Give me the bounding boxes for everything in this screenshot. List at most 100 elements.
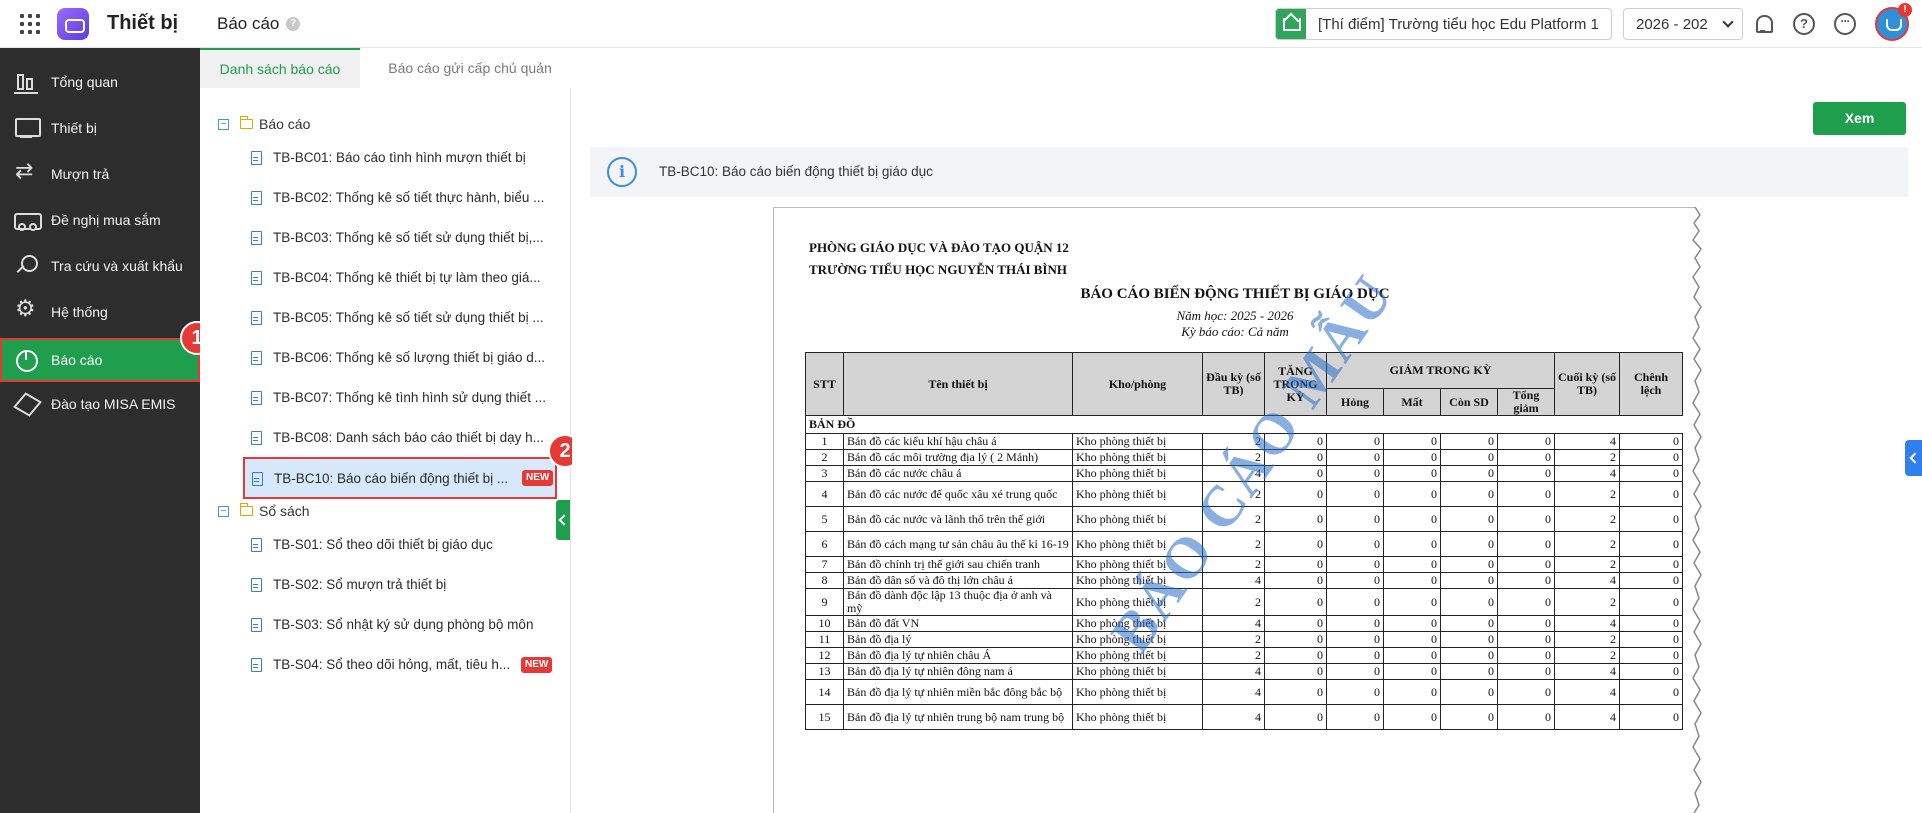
tab-report-list[interactable]: Danh sách báo cáo: [200, 48, 360, 88]
column-header: Kho/phòng: [1072, 352, 1203, 416]
collapse-icon[interactable]: −: [218, 119, 229, 130]
view-button[interactable]: Xem: [1813, 102, 1906, 135]
tree-item-selected[interactable]: TB-BC10: Báo cáo biến động thiết bị ... …: [243, 457, 557, 499]
table-cell: 0: [1440, 556, 1498, 573]
avatar-alert-badge: !: [1898, 3, 1912, 17]
table-cell: Bản đồ địa lý tự nhiên miền bắc đông bắc…: [843, 679, 1073, 705]
table-cell: 0: [1497, 615, 1555, 632]
tree-item-label: TB-BC02: Thống kê số tiết thực hành, biể…: [273, 190, 545, 205]
table-cell: 0: [1619, 433, 1683, 450]
sidebar-item-label: Đào tạo MISA EMIS: [51, 396, 176, 412]
sidebar-item-reports[interactable]: Báo cáo: [0, 338, 200, 382]
tree-item-label: TB-S01: Sổ theo dõi thiết bị giáo dục: [273, 537, 493, 552]
app-logo: [57, 8, 89, 40]
monitor-icon: [14, 116, 41, 140]
tree-item[interactable]: TB-BC05: Thống kê số tiết sử dụng thiết …: [244, 302, 556, 334]
sidebar-item-overview[interactable]: Tổng quan: [0, 60, 200, 104]
folder-icon: [240, 116, 253, 129]
report-org: PHÒNG GIÁO DỤC VÀ ĐÀO TẠO QUẬN 12: [809, 240, 1069, 255]
sidebar-item-label: Đề nghị mua sắm: [51, 212, 161, 228]
table-cell: 0: [1440, 647, 1498, 664]
document-icon: [251, 538, 262, 552]
table-cell: 5: [805, 506, 844, 532]
table-cell: Bản đồ chính trị thế giới sau chiến tran…: [843, 556, 1073, 573]
expand-side-panel-tab[interactable]: [1905, 440, 1922, 476]
tree-item[interactable]: TB-S04: Sổ theo dõi hỏng, mất, tiêu h...…: [244, 649, 556, 681]
table-cell: 0: [1383, 433, 1441, 450]
table-cell: 0: [1619, 506, 1683, 532]
tree-item[interactable]: TB-S01: Sổ theo dõi thiết bị giáo dục: [244, 529, 556, 561]
report-school-year: Năm học: 2025 - 2026: [1176, 308, 1294, 323]
table-cell: Kho phòng thiết bị: [1072, 449, 1203, 466]
table-cell: 7: [805, 556, 844, 573]
table-cell: 0: [1264, 588, 1327, 616]
table-cell: 0: [1264, 556, 1327, 573]
table-cell: 0: [1264, 647, 1327, 664]
table-cell: 0: [1619, 615, 1683, 632]
tree-item[interactable]: TB-S02: Sổ mượn trả thiết bị: [244, 569, 556, 601]
table-cell: Kho phòng thiết bị: [1072, 663, 1203, 680]
table-cell: 0: [1619, 679, 1683, 705]
more-icon[interactable]: ···: [1834, 13, 1856, 35]
table-row: 15 Bản đồ địa lý tự nhiên trung bộ nam tr…: [805, 704, 1683, 730]
table-cell: 4: [1554, 572, 1620, 589]
report-table: STT Tên thiết bị Kho/phòng Đầu kỳ (số TB…: [805, 352, 1683, 730]
school-year-value: 2026 - 202: [1636, 16, 1708, 33]
table-cell: 0: [1497, 588, 1555, 616]
sidebar-item-borrow-return[interactable]: Mượn trả: [0, 152, 200, 196]
table-cell: 0: [1326, 556, 1384, 573]
user-avatar[interactable]: !: [1875, 3, 1912, 41]
table-cell: Bản đồ các kiểu khí hậu châu á: [843, 433, 1073, 450]
school-selector[interactable]: [Thí điểm] Trường tiểu học Edu Platform …: [1275, 8, 1612, 40]
table-cell: 0: [1383, 647, 1441, 664]
tree-item[interactable]: TB-BC02: Thống kê số tiết thực hành, biể…: [244, 182, 556, 214]
table-cell: 2: [1554, 588, 1620, 616]
table-cell: 6: [805, 531, 844, 557]
collapse-panel-handle[interactable]: [556, 500, 570, 540]
sidebar-item-system[interactable]: Hệ thống: [0, 290, 200, 334]
tree-group-label: Sổ sách: [259, 503, 310, 519]
school-year-select[interactable]: 2026 - 202: [1623, 8, 1743, 40]
table-cell: 2: [1554, 449, 1620, 466]
table-cell: 0: [1440, 615, 1498, 632]
table-cell: 0: [1497, 572, 1555, 589]
table-cell: 2: [1554, 531, 1620, 557]
tree-item[interactable]: TB-BC03: Thống kê số tiết sử dụng thiết …: [244, 222, 556, 254]
document-icon: [251, 311, 262, 325]
tree-item[interactable]: TB-S03: Sổ nhật ký sử dụng phòng bộ môn: [244, 609, 556, 641]
tree-item[interactable]: TB-BC08: Danh sách báo cáo thiết bị dạy …: [244, 422, 556, 454]
report-school: TRƯỜNG TIỂU HỌC NGUYỄN THÁI BÌNH: [809, 262, 1067, 277]
sidebar-item-label: Thiết bị: [51, 120, 97, 136]
table-cell: Bản đồ dân số và đô thị lớn châu á: [843, 572, 1073, 589]
sidebar-item-lookup-export[interactable]: Tra cứu và xuất khẩu: [0, 244, 200, 288]
table-cell: 0: [1619, 572, 1683, 589]
table-cell: 14: [805, 679, 844, 705]
tab-reports-sent[interactable]: Báo cáo gửi cấp chủ quản: [360, 48, 580, 88]
document-icon: [251, 151, 262, 165]
table-cell: 0: [1440, 481, 1498, 507]
sidebar-item-training[interactable]: Đào tạo MISA EMIS: [0, 382, 200, 426]
tree-item[interactable]: TB-BC04: Thống kê thiết bị tự làm theo g…: [244, 262, 556, 294]
page-help-icon[interactable]: ?: [286, 17, 300, 31]
table-cell: 0: [1440, 531, 1498, 557]
table-cell: 0: [1497, 506, 1555, 532]
tree-item[interactable]: TB-BC07: Thống kê tình hình sử dụng thiế…: [244, 382, 556, 414]
table-cell: Bản đồ đất VN: [843, 615, 1073, 632]
help-icon[interactable]: ?: [1793, 13, 1815, 35]
sidebar-item-label: Tra cứu và xuất khẩu: [51, 258, 183, 274]
collapse-icon[interactable]: −: [218, 506, 229, 517]
document-icon: [251, 658, 262, 672]
sidebar-item-purchase-request[interactable]: Đề nghị mua sắm: [0, 198, 200, 242]
table-cell: 0: [1326, 647, 1384, 664]
table-cell: 10: [805, 615, 844, 632]
tree-item-label: TB-BC04: Thống kê thiết bị tự làm theo g…: [273, 270, 541, 285]
bell-icon[interactable]: [1752, 13, 1774, 35]
sidebar-item-equipment[interactable]: Thiết bị: [0, 106, 200, 150]
tree-item[interactable]: TB-BC06: Thống kê số lượng thiết bị giáo…: [244, 342, 556, 374]
tree-item-label: TB-BC08: Danh sách báo cáo thiết bị dạy …: [273, 430, 544, 445]
app-grid-icon[interactable]: [20, 14, 40, 34]
table-cell: 0: [1326, 506, 1384, 532]
table-cell: 0: [1383, 588, 1441, 616]
tree-item[interactable]: TB-BC01: Báo cáo tình hình mượn thiết bị: [244, 142, 556, 174]
table-cell: 4: [805, 481, 844, 507]
